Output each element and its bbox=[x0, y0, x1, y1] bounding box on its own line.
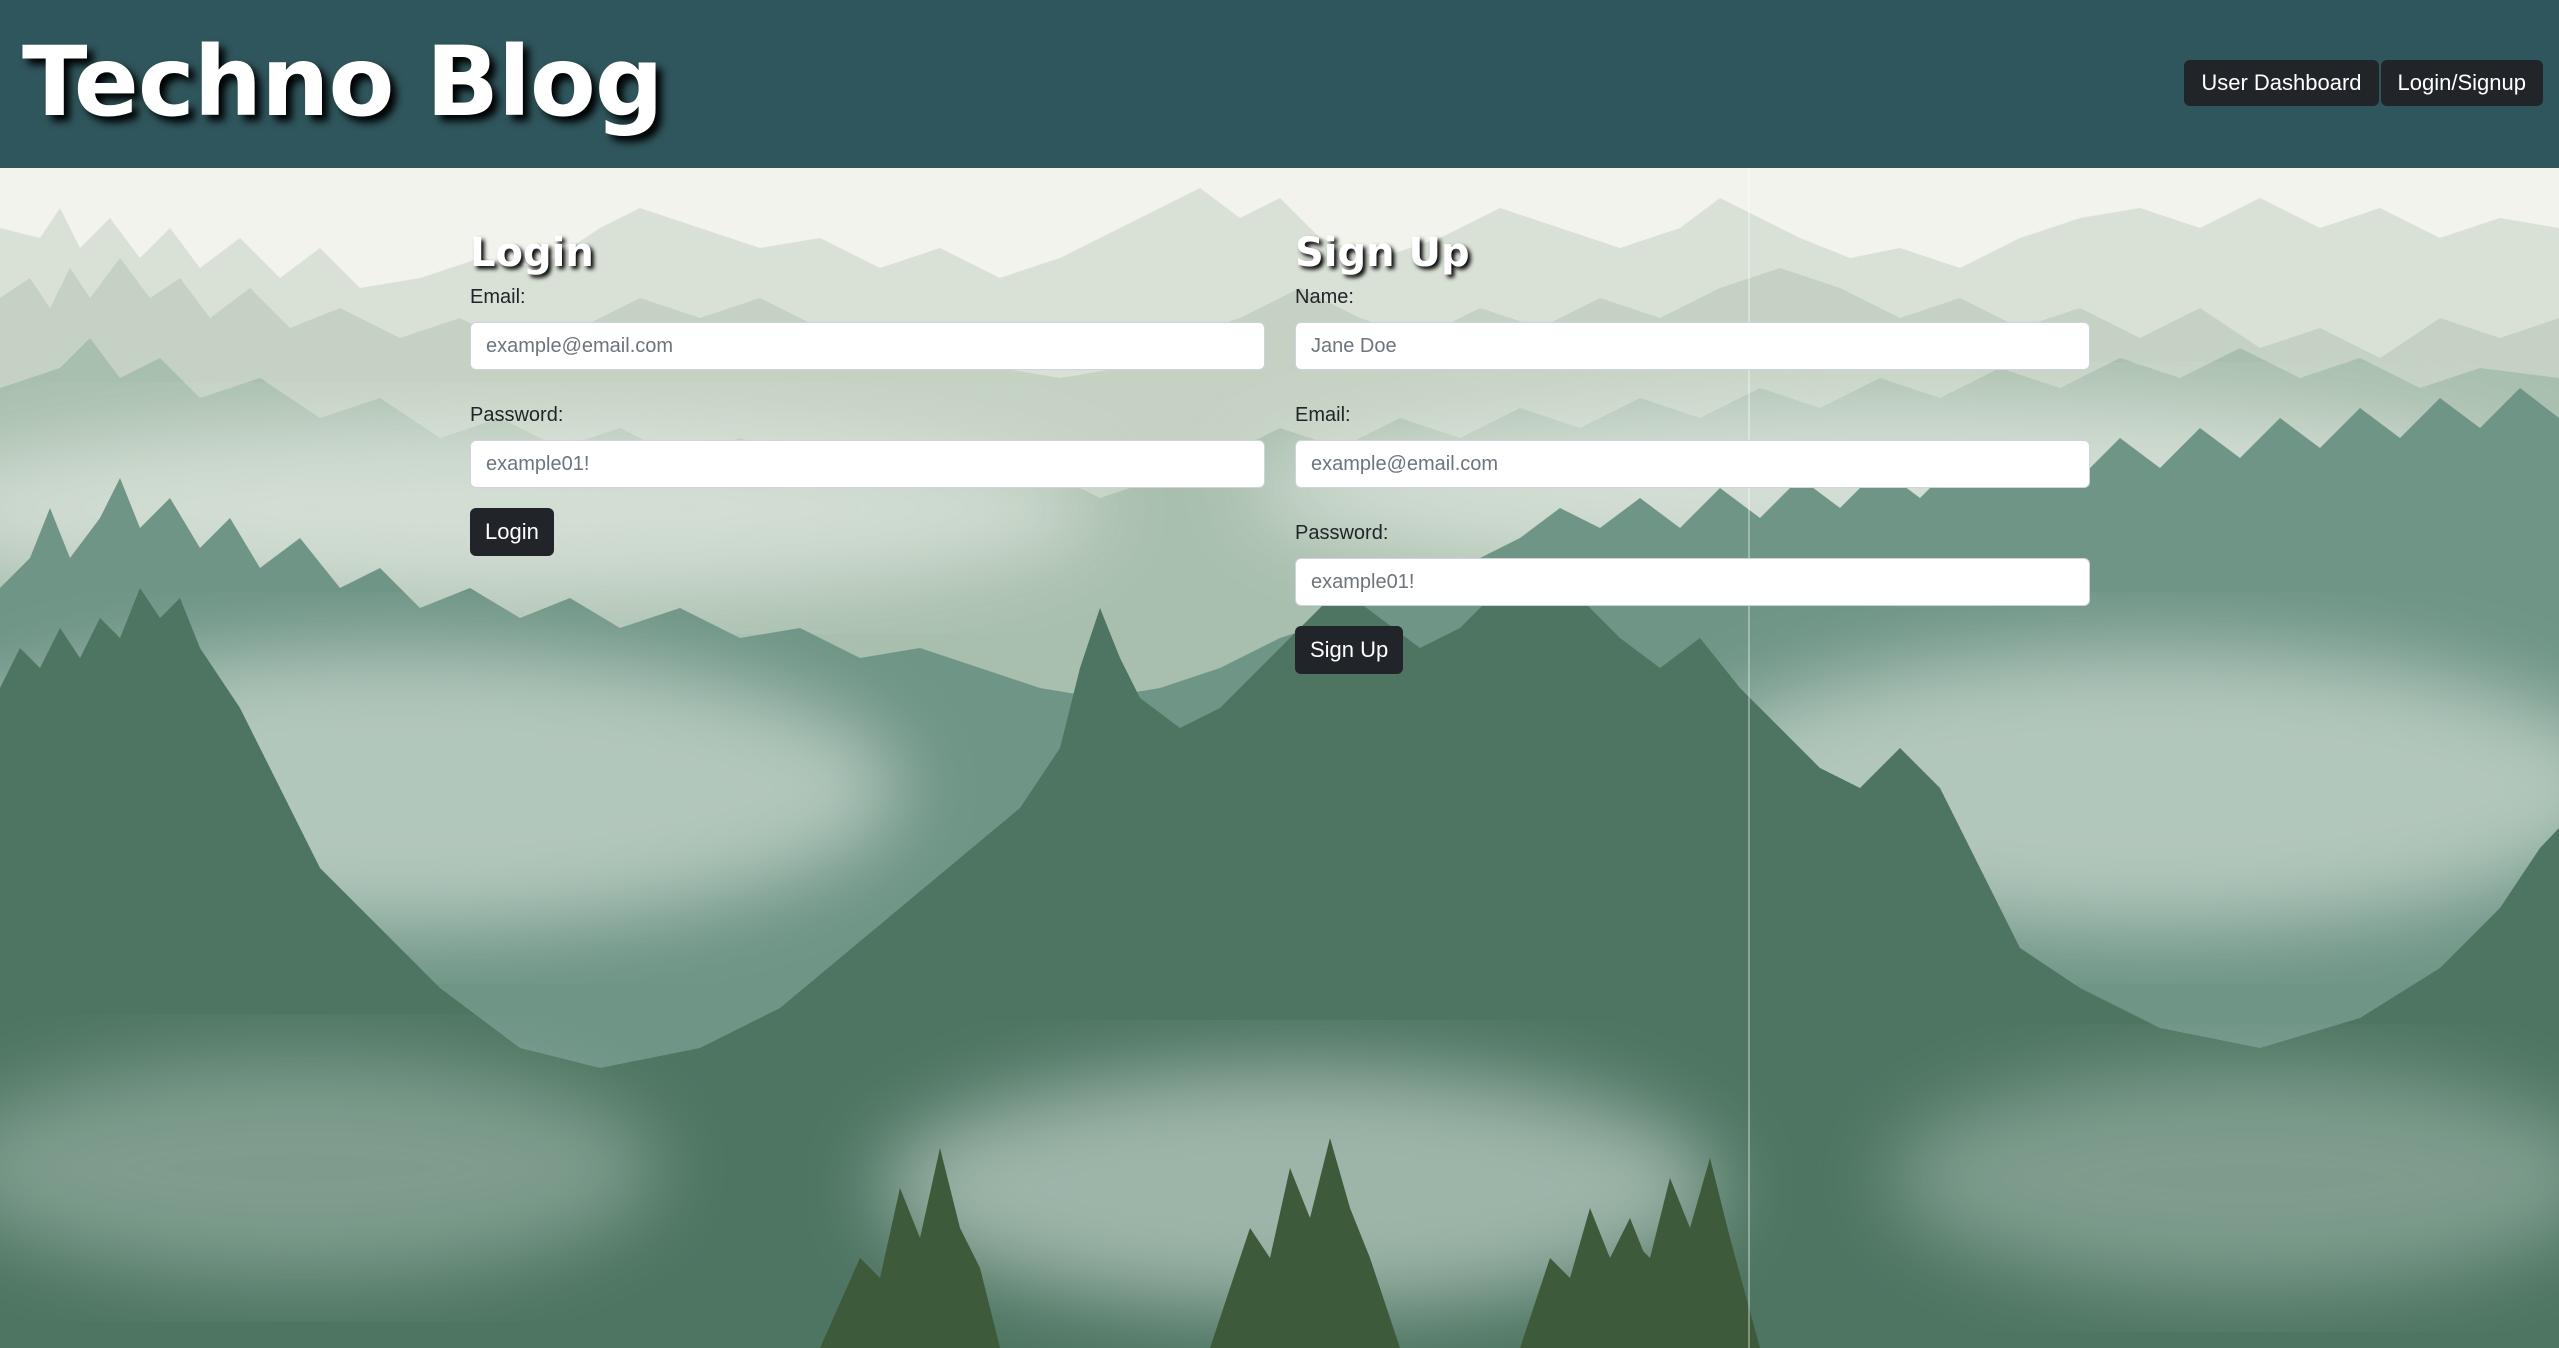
login-password-label: Password: bbox=[470, 404, 564, 426]
signup-password-input[interactable] bbox=[1295, 558, 2090, 606]
signup-email-label: Email: bbox=[1295, 404, 1351, 426]
auth-forms: Login Email: Password: Login Sign Up Nam… bbox=[0, 168, 2559, 1348]
login-title: Login bbox=[470, 230, 594, 276]
site-brand[interactable]: Techno Blog bbox=[22, 22, 664, 142]
signup-form: Sign Up Name: Email: Password: Sign Up bbox=[1295, 228, 2090, 674]
login-email-label: Email: bbox=[470, 286, 526, 308]
signup-name-label: Name: bbox=[1295, 286, 1354, 308]
signup-email-input[interactable] bbox=[1295, 440, 2090, 488]
main-nav: User Dashboard Login/Signup bbox=[2184, 60, 2543, 106]
login-password-input[interactable] bbox=[470, 440, 1265, 488]
user-dashboard-button[interactable]: User Dashboard bbox=[2184, 60, 2379, 106]
login-signup-button[interactable]: Login/Signup bbox=[2380, 60, 2543, 106]
login-button[interactable]: Login bbox=[470, 508, 554, 556]
signup-button[interactable]: Sign Up bbox=[1295, 626, 1404, 674]
site-header: Techno Blog User Dashboard Login/Signup bbox=[0, 0, 2559, 168]
login-email-input[interactable] bbox=[470, 322, 1265, 370]
signup-name-input[interactable] bbox=[1295, 322, 2090, 370]
signup-title: Sign Up bbox=[1295, 230, 1470, 276]
signup-password-label: Password: bbox=[1295, 522, 1389, 544]
login-form: Login Email: Password: Login bbox=[470, 228, 1265, 556]
